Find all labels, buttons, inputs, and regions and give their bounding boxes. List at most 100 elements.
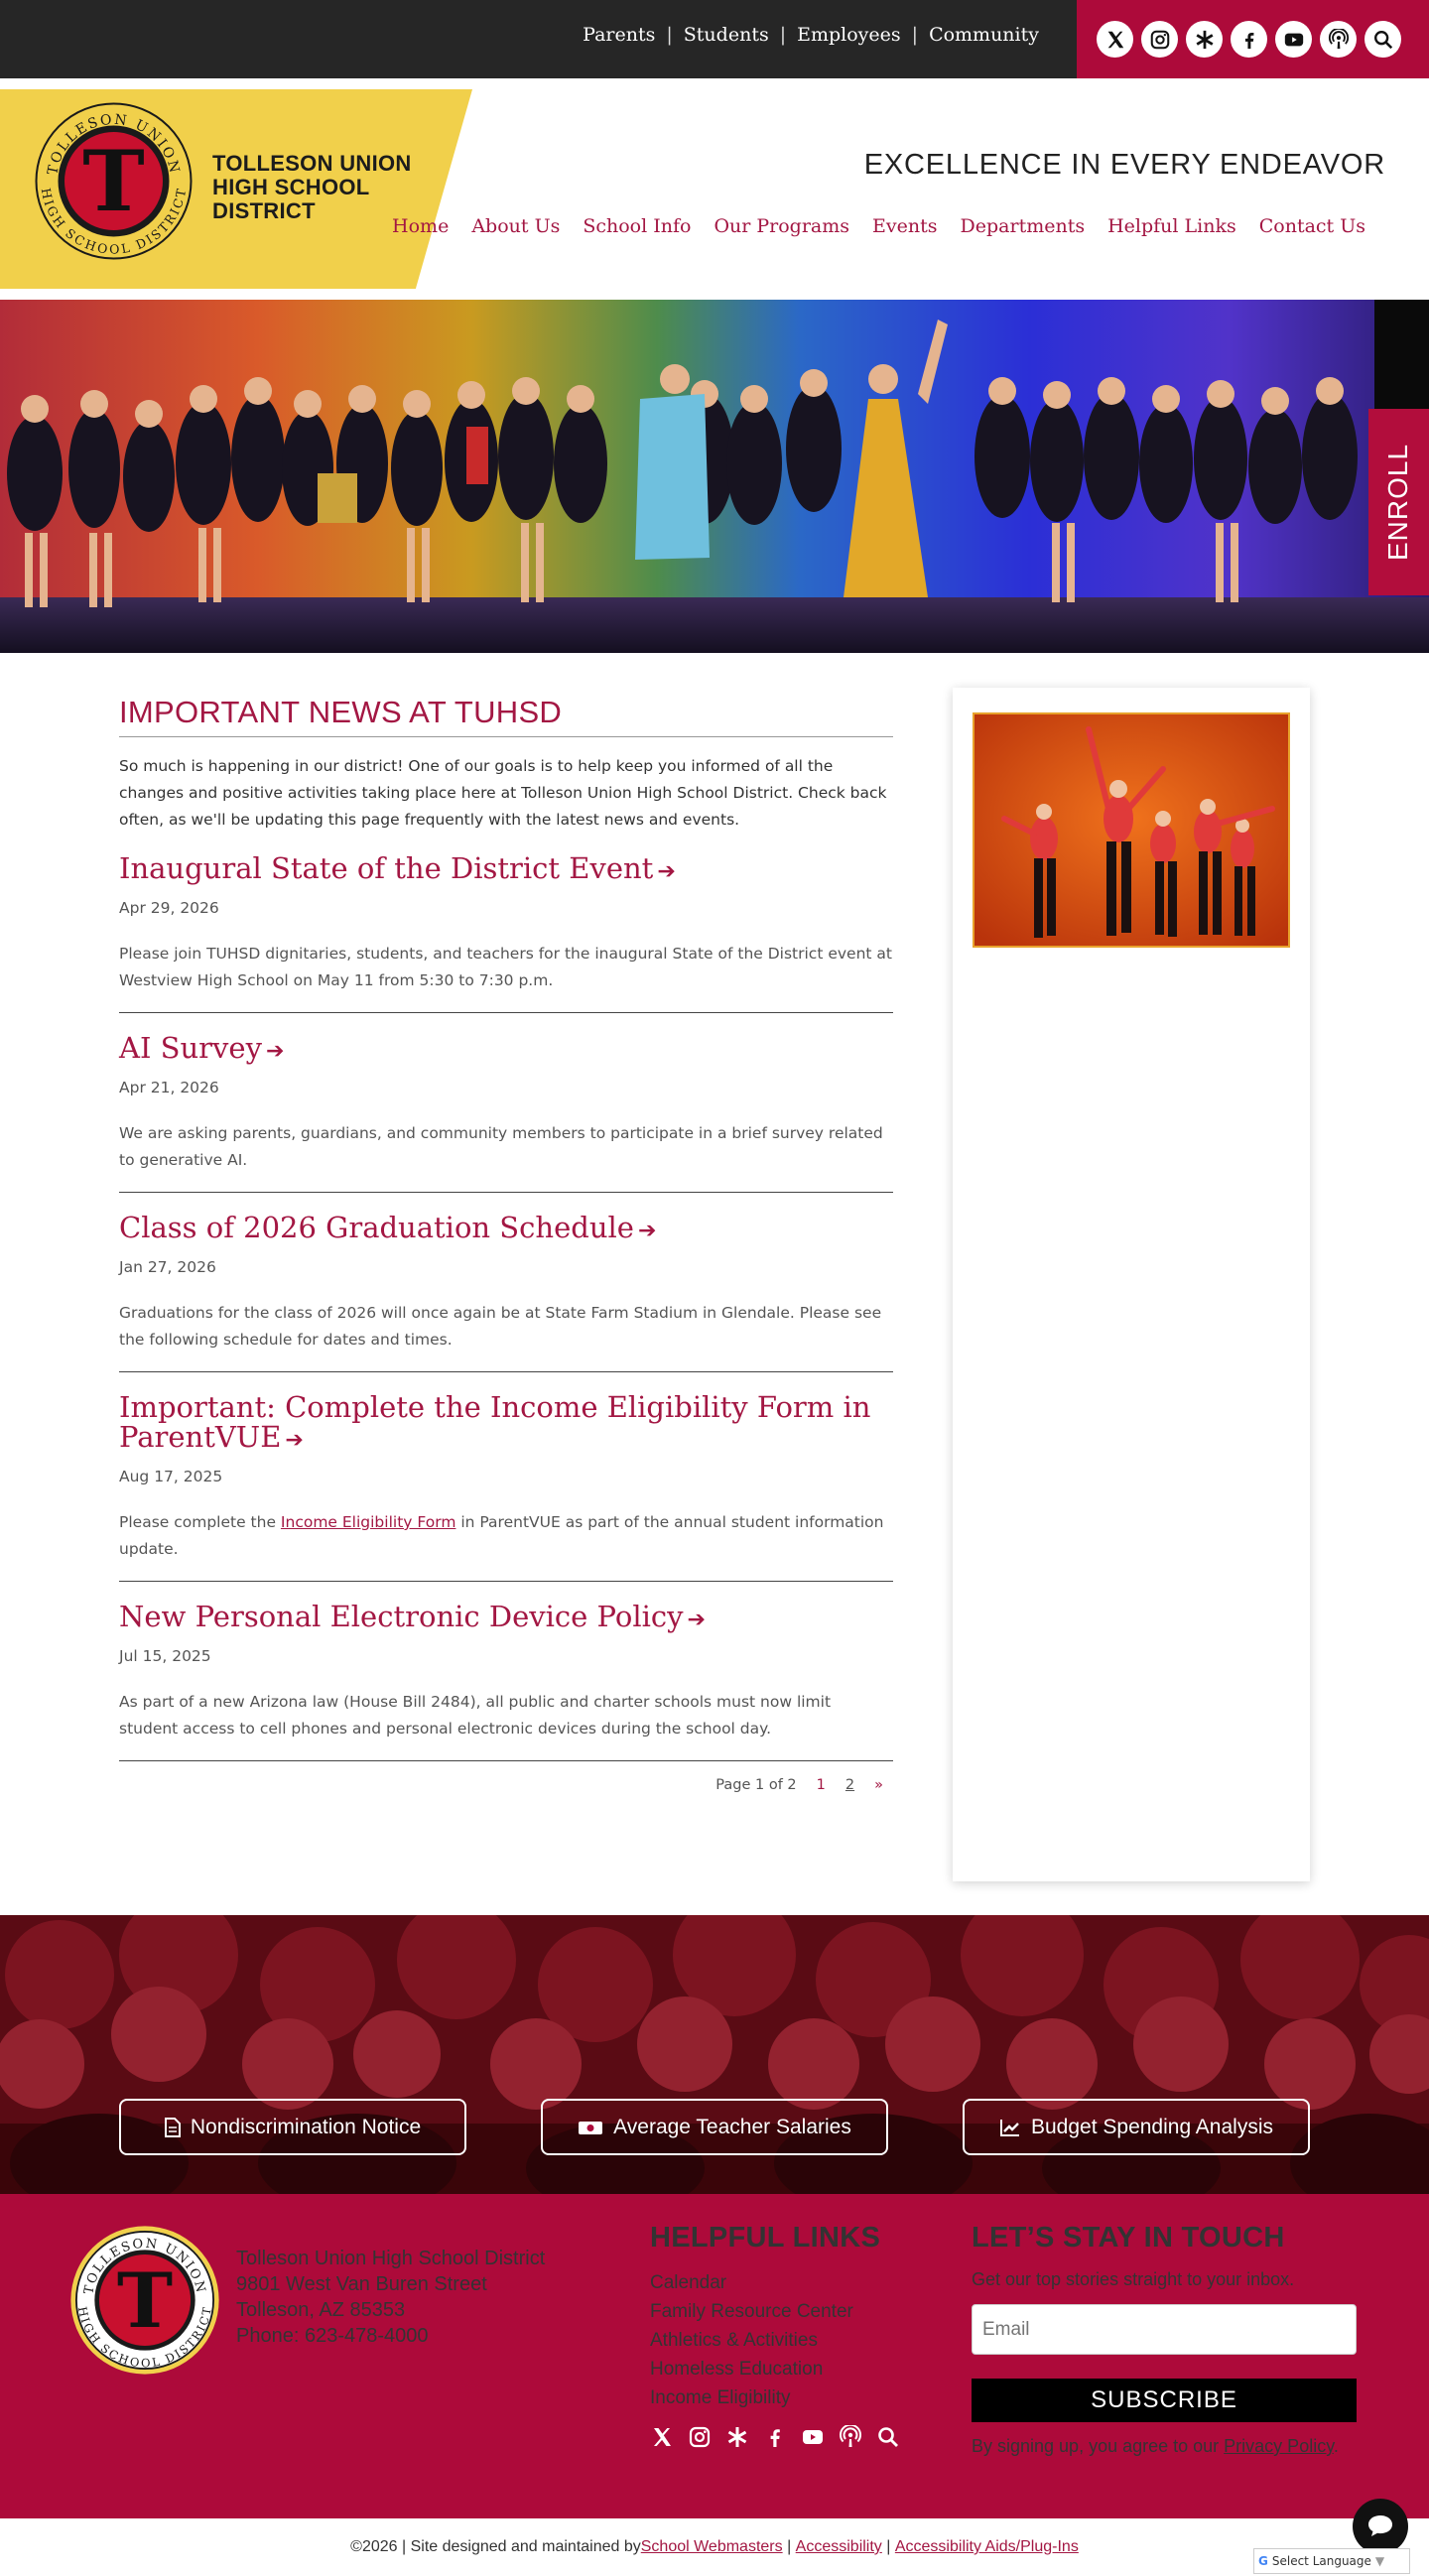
accessibility-aids-link[interactable]: Accessibility Aids/Plug-Ins <box>895 2538 1079 2556</box>
school-webmasters-link[interactable]: School Webmasters <box>641 2538 783 2556</box>
footer-link-athletics[interactable]: Athletics & Activities <box>650 2330 818 2351</box>
page: Parents | Students | Employees | Community … <box>0 0 1429 2576</box>
nav-school-info[interactable]: School Info <box>583 215 691 237</box>
audience-links: Parents | Students | Employees | Community <box>583 24 1039 46</box>
button-label: Average Teacher Salaries <box>613 2115 851 2138</box>
article-title-link[interactable]: Important: Complete the Income Eligibili… <box>119 1390 870 1454</box>
chevron-down-icon: ▼ <box>1374 2554 1385 2568</box>
enroll-tab[interactable]: ENROLL <box>1368 409 1429 595</box>
youtube-icon[interactable] <box>1275 21 1312 58</box>
page-1-link[interactable]: 1 <box>817 1777 826 1793</box>
summary-text: Please complete the <box>119 1513 281 1531</box>
linktree-icon[interactable] <box>725 2425 749 2453</box>
nav-our-programs[interactable]: Our Programs <box>714 215 849 237</box>
button-label: Budget Spending Analysis <box>1030 2115 1273 2138</box>
address-street: 9801 West Van Buren Street <box>236 2273 487 2295</box>
subscribe-button[interactable]: SUBSCRIBE <box>972 2379 1357 2422</box>
divider: | <box>666 24 673 46</box>
search-icon[interactable] <box>1364 21 1401 58</box>
article-date: Apr 29, 2026 <box>119 899 219 917</box>
footer-link-calendar[interactable]: Calendar <box>650 2272 726 2293</box>
news-section: IMPORTANT NEWS AT TUHSD So much is happe… <box>119 695 893 1793</box>
x-icon[interactable] <box>1097 21 1133 58</box>
footer-seal-logo[interactable]: TOLLESON UNION HIGH SCHOOL DISTRICT T <box>69 2225 220 2376</box>
parents-link[interactable]: Parents <box>583 24 655 46</box>
employees-link[interactable]: Employees <box>797 24 901 46</box>
privacy-policy-link[interactable]: Privacy Policy <box>1224 2436 1334 2456</box>
sidebar <box>953 688 1310 1881</box>
x-icon[interactable] <box>650 2425 674 2453</box>
youtube-icon[interactable] <box>801 2425 825 2453</box>
arrow-right-icon[interactable]: ➔ <box>266 1039 284 1064</box>
privacy-notice-text: By signing up, you agree to our <box>972 2436 1225 2456</box>
article-summary: Please complete the Income Eligibility F… <box>119 1509 893 1563</box>
nav-departments[interactable]: Departments <box>961 215 1086 237</box>
stay-in-touch-heading: LET’S STAY IN TOUCH <box>972 2222 1285 2254</box>
social-links <box>1077 0 1429 78</box>
footer-link-income-eligibility[interactable]: Income Eligibility <box>650 2387 791 2408</box>
facebook-icon[interactable] <box>763 2425 787 2453</box>
community-link[interactable]: Community <box>929 24 1039 46</box>
article-date: Jul 15, 2025 <box>119 1647 211 1665</box>
article-title-link[interactable]: New Personal Electronic Device Policy <box>119 1600 684 1633</box>
news-article: New Personal Electronic Device Policy ➔ J… <box>119 1602 893 1761</box>
arrow-right-icon[interactable]: ➔ <box>688 1608 706 1632</box>
pagination: Page 1 of 2 1 2 » <box>119 1777 893 1793</box>
article-date: Aug 17, 2025 <box>119 1468 223 1485</box>
nondiscrimination-notice-button[interactable]: Nondiscrimination Notice <box>119 2099 466 2155</box>
income-eligibility-form-link[interactable]: Income Eligibility Form <box>281 1513 456 1531</box>
nav-home[interactable]: Home <box>392 215 449 237</box>
button-label: Nondiscrimination Notice <box>190 2115 422 2138</box>
chart-icon <box>999 2119 1019 2136</box>
article-title-link[interactable]: AI Survey <box>119 1031 262 1065</box>
arrow-right-icon[interactable]: ➔ <box>657 859 675 884</box>
chat-icon[interactable] <box>1353 2499 1408 2554</box>
helpful-links-list: Calendar Family Resource Center Athletic… <box>650 2268 853 2412</box>
money-icon <box>579 2121 603 2134</box>
nav-helpful-links[interactable]: Helpful Links <box>1107 215 1236 237</box>
email-field[interactable] <box>972 2304 1357 2355</box>
podcast-icon[interactable] <box>1320 21 1357 58</box>
news-article: Important: Complete the Income Eligibili… <box>119 1392 893 1582</box>
article-title-link[interactable]: Class of 2026 Graduation Schedule <box>119 1211 634 1244</box>
copyright-bar: ©2026 | Site designed and maintained by … <box>0 2518 1429 2576</box>
next-page-link[interactable]: » <box>874 1777 883 1793</box>
arrow-right-icon[interactable]: ➔ <box>285 1428 303 1453</box>
footer-link-homeless-education[interactable]: Homeless Education <box>650 2359 823 2380</box>
accessibility-link[interactable]: Accessibility <box>796 2538 882 2556</box>
seal-letter: T <box>82 132 145 230</box>
facebook-icon[interactable] <box>1231 21 1267 58</box>
nav-contact-us[interactable]: Contact Us <box>1259 215 1365 237</box>
students-link[interactable]: Students <box>684 24 769 46</box>
district-address: Tolleson Union High School District 9801… <box>236 2246 545 2349</box>
nav-events[interactable]: Events <box>872 215 937 237</box>
district-name-line1: TOLLESON UNION <box>212 151 412 176</box>
language-selector[interactable]: G Select Language ▼ <box>1253 2548 1410 2574</box>
article-title-link[interactable]: Inaugural State of the District Event <box>119 851 653 885</box>
footer-social-links <box>650 2423 900 2453</box>
address-phone: Phone: 623-478-4000 <box>236 2325 429 2347</box>
hero-photo <box>0 300 1429 653</box>
page-2-link[interactable]: 2 <box>845 1777 854 1793</box>
search-icon[interactable] <box>876 2425 900 2453</box>
nav-about-us[interactable]: About Us <box>471 215 560 237</box>
divider: | <box>911 24 919 46</box>
privacy-notice: By signing up, you agree to our Privacy … <box>972 2436 1339 2457</box>
district-motto: EXCELLENCE IN EVERY ENDEAVOR <box>863 149 1385 181</box>
language-label: Select Language <box>1271 2554 1371 2568</box>
instagram-icon[interactable] <box>688 2425 712 2453</box>
divider: | <box>881 2538 895 2555</box>
article-summary: We are asking parents, guardians, and co… <box>119 1124 883 1169</box>
linktree-icon[interactable] <box>1186 21 1223 58</box>
district-seal-logo[interactable]: TOLLESON UNION HIGH SCHOOL DISTRICT T <box>32 99 195 263</box>
district-name-line2: HIGH SCHOOL <box>212 175 370 199</box>
podcast-icon[interactable] <box>839 2423 862 2453</box>
footer-link-family-resource-center[interactable]: Family Resource Center <box>650 2301 853 2322</box>
arrow-right-icon[interactable]: ➔ <box>638 1219 656 1243</box>
article-summary: Please join TUHSD dignitaries, students,… <box>119 945 892 989</box>
average-teacher-salaries-button[interactable]: Average Teacher Salaries <box>541 2099 888 2155</box>
page-indicator: Page 1 of 2 <box>715 1777 797 1793</box>
instagram-icon[interactable] <box>1141 21 1178 58</box>
main-nav: Home About Us School Info Our Programs E… <box>392 215 1365 237</box>
budget-spending-analysis-button[interactable]: Budget Spending Analysis <box>963 2099 1310 2155</box>
